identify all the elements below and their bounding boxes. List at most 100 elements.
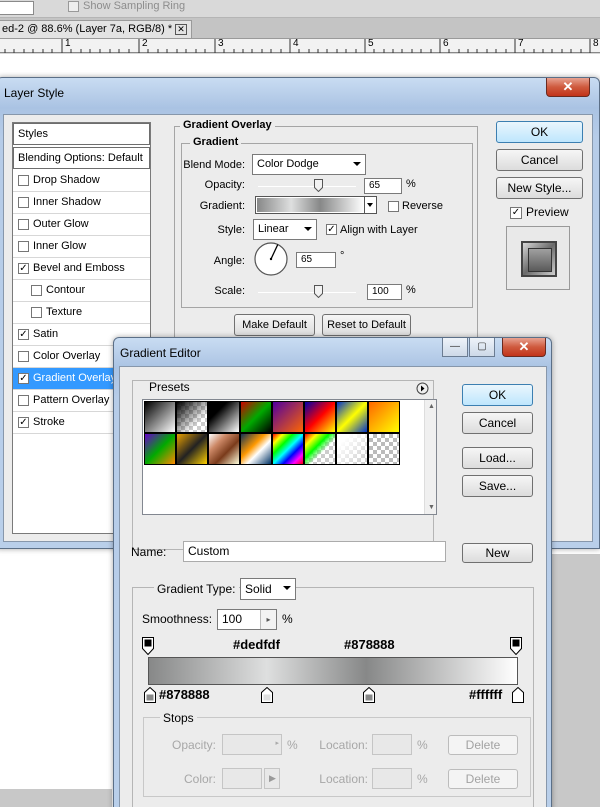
preset-swatch[interactable]: [144, 401, 176, 433]
color-picker-arrow-icon[interactable]: ▶: [269, 773, 276, 784]
new-style-button[interactable]: New Style...: [496, 177, 583, 199]
opacity-stop-left[interactable]: [142, 637, 154, 655]
preset-swatch[interactable]: [240, 401, 272, 433]
texture-checkbox[interactable]: [31, 307, 42, 318]
stop-color-picker[interactable]: ▶: [264, 768, 280, 789]
gradient-swatch[interactable]: [257, 198, 364, 212]
contour-checkbox[interactable]: [31, 285, 42, 296]
stop-opacity-arrow-icon[interactable]: ▸: [275, 739, 279, 747]
load-button[interactable]: Load...: [462, 447, 533, 469]
stop-color-swatch[interactable]: [222, 768, 262, 789]
outer-glow-checkbox[interactable]: [18, 219, 29, 230]
layer-style-ok-button[interactable]: OK: [496, 121, 583, 143]
opacity-stop-right[interactable]: [510, 637, 522, 655]
color-stop-3[interactable]: [363, 687, 375, 703]
style-select[interactable]: Linear: [253, 219, 317, 240]
gradient-type-select[interactable]: Solid: [240, 578, 296, 600]
minimize-icon[interactable]: —: [442, 338, 468, 357]
preset-swatch[interactable]: [176, 433, 208, 465]
scale-input[interactable]: 100: [367, 284, 402, 300]
maximize-icon[interactable]: ▢: [469, 338, 495, 357]
smoothness-unit: %: [282, 612, 293, 626]
color-stop-4[interactable]: [512, 687, 524, 703]
tool-preset-dropdown[interactable]: [0, 1, 34, 15]
scroll-up-icon[interactable]: ▲: [428, 403, 435, 410]
preset-swatch[interactable]: [336, 401, 368, 433]
gradient-editor-client: Presets ▲ ▼ OK Cancel Load... Save... Na…: [119, 366, 547, 807]
smoothness-arrow-icon[interactable]: ▸: [260, 610, 276, 629]
gradient-editor-close-icon[interactable]: ✕: [502, 338, 546, 357]
gradient-dropdown-arrow[interactable]: [364, 197, 376, 213]
style-item-texture[interactable]: Texture: [13, 302, 150, 324]
preset-swatch[interactable]: [304, 401, 336, 433]
preset-swatch[interactable]: [272, 433, 304, 465]
color-stop-1[interactable]: [144, 687, 156, 703]
preset-swatch[interactable]: [336, 433, 368, 465]
document-close-icon[interactable]: ✕: [175, 24, 187, 35]
preset-swatch[interactable]: [368, 401, 400, 433]
preset-swatch[interactable]: [208, 401, 240, 433]
reverse-checkbox[interactable]: [388, 201, 399, 212]
blending-options-label: Blending Options: Default: [18, 152, 143, 164]
scale-slider[interactable]: [258, 292, 356, 293]
align-with-layer-checkbox[interactable]: ✓: [326, 224, 337, 235]
smoothness-label: Smoothness:: [142, 612, 213, 626]
preset-swatch[interactable]: [272, 401, 304, 433]
opacity-location-input[interactable]: [372, 734, 412, 755]
style-item-contour[interactable]: Contour: [13, 280, 150, 302]
preset-swatch[interactable]: [144, 433, 176, 465]
satin-checkbox[interactable]: ✓: [18, 329, 29, 340]
pattern-overlay-checkbox[interactable]: [18, 395, 29, 406]
save-button[interactable]: Save...: [462, 475, 533, 497]
sampling-ring-checkbox[interactable]: [68, 1, 79, 12]
pasteboard-bottom: [0, 789, 112, 807]
opacity-slider[interactable]: [258, 186, 356, 187]
name-input[interactable]: Custom: [183, 541, 446, 562]
bevel-emboss-checkbox[interactable]: ✓: [18, 263, 29, 274]
delete-color-stop-button[interactable]: Delete: [448, 769, 518, 789]
document-tab[interactable]: ed-2 @ 88.6% (Layer 7a, RGB/8) * ✕: [0, 20, 192, 38]
scroll-down-icon[interactable]: ▼: [428, 504, 435, 511]
inner-glow-checkbox[interactable]: [18, 241, 29, 252]
color-stop-2[interactable]: [261, 687, 273, 703]
blending-options-item[interactable]: Blending Options: Default: [13, 147, 150, 169]
opacity-input[interactable]: 65: [364, 178, 402, 194]
drop-shadow-checkbox[interactable]: [18, 175, 29, 186]
blend-mode-select[interactable]: Color Dodge: [252, 154, 366, 175]
inner-shadow-checkbox[interactable]: [18, 197, 29, 208]
style-item-bevel-emboss[interactable]: ✓ Bevel and Emboss: [13, 258, 150, 280]
preview-checkbox[interactable]: ✓: [510, 207, 522, 219]
new-button[interactable]: New: [462, 543, 533, 563]
stop-opacity-input[interactable]: ▸: [222, 734, 282, 755]
gradient-preview-bar[interactable]: [148, 657, 518, 685]
opacity-slider-thumb[interactable]: [314, 179, 323, 192]
layer-style-close-icon[interactable]: ✕: [546, 78, 590, 97]
layer-style-cancel-button[interactable]: Cancel: [496, 149, 583, 171]
gradient-overlay-checkbox[interactable]: ✓: [18, 373, 29, 384]
angle-dial[interactable]: [253, 241, 289, 277]
angle-input[interactable]: 65: [296, 252, 336, 268]
color-overlay-checkbox[interactable]: [18, 351, 29, 362]
gradient-ok-button[interactable]: OK: [462, 384, 533, 406]
style-item-inner-shadow[interactable]: Inner Shadow: [13, 192, 150, 214]
presets-scrollbar[interactable]: ▲ ▼: [424, 400, 436, 514]
styles-header[interactable]: Styles: [13, 123, 150, 145]
color-location-input[interactable]: [372, 768, 412, 789]
preset-swatch[interactable]: [208, 433, 240, 465]
presets-menu-icon[interactable]: [416, 382, 429, 395]
delete-opacity-stop-button[interactable]: Delete: [448, 735, 518, 755]
stroke-checkbox[interactable]: ✓: [18, 417, 29, 428]
preset-swatch[interactable]: [176, 401, 208, 433]
preset-swatch[interactable]: [240, 433, 272, 465]
reset-to-default-button[interactable]: Reset to Default: [322, 314, 411, 336]
style-item-outer-glow[interactable]: Outer Glow: [13, 214, 150, 236]
preset-swatch[interactable]: [368, 433, 400, 465]
preset-swatch[interactable]: [304, 433, 336, 465]
smoothness-input[interactable]: 100 ▸: [217, 609, 277, 630]
gradient-picker[interactable]: [255, 196, 377, 214]
gradient-cancel-button[interactable]: Cancel: [462, 412, 533, 434]
style-item-inner-glow[interactable]: Inner Glow: [13, 236, 150, 258]
style-item-drop-shadow[interactable]: Drop Shadow: [13, 170, 150, 192]
make-default-button[interactable]: Make Default: [234, 314, 315, 336]
scale-slider-thumb[interactable]: [314, 285, 323, 298]
